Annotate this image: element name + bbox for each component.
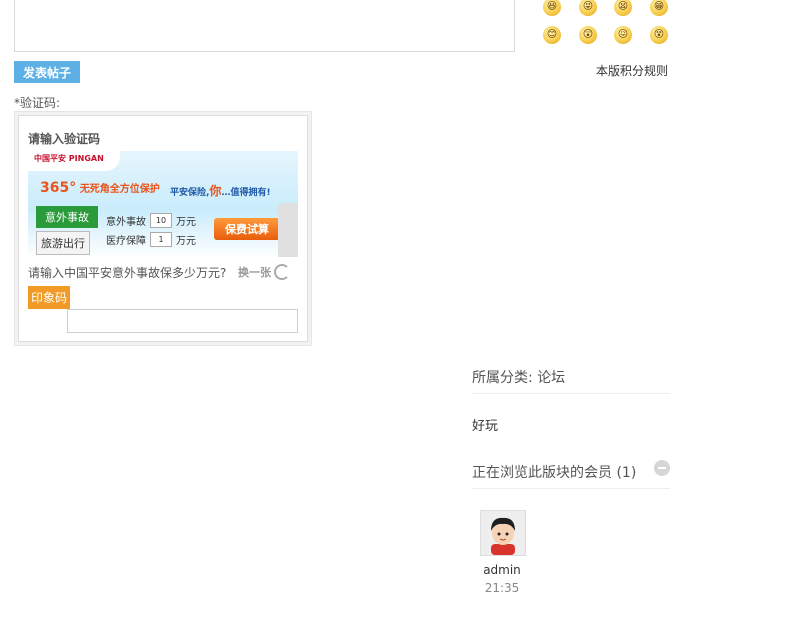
smile-icon[interactable]: 😊 [543, 26, 561, 44]
captcha-ad-image[interactable]: 中国平安 PINGAN 365° 无死角全方位保护 平安保险,你…值得拥有! 意… [28, 151, 298, 258]
ad-row1-select[interactable]: 10 [150, 213, 172, 228]
captcha-label: *验证码: [14, 96, 61, 110]
collapse-icon[interactable] [654, 460, 670, 476]
ad-row2-label: 医疗保障 [106, 236, 146, 247]
avatar-icon [481, 511, 525, 555]
ad-slogan-you: 你 [209, 184, 222, 198]
member-name[interactable]: admin [472, 563, 532, 577]
captcha-title: 请输入验证码 [28, 132, 101, 146]
pingan-logo: 中国平安 PINGAN [34, 154, 104, 163]
cry-icon[interactable]: 😖 [614, 26, 632, 44]
post-submit-button[interactable]: 发表帖子 [14, 61, 80, 83]
ad-headline-num: 365° [40, 180, 77, 196]
ad-row1-unit: 万元 [176, 217, 196, 228]
ad-slogan: 平安保险,你…值得拥有! [170, 182, 271, 199]
forum-description: 好玩 [472, 419, 499, 434]
tongue-icon[interactable]: 😝 [579, 0, 597, 16]
ad-calc-button[interactable]: 保费试算 [214, 218, 280, 240]
grin-icon[interactable]: 😫 [614, 0, 632, 16]
captcha-refresh-label: 换一张 [238, 266, 271, 279]
captcha-input[interactable] [67, 309, 298, 333]
ad-slogan-a: 平安保险, [170, 188, 210, 198]
divider [472, 393, 670, 394]
ad-row2-select[interactable]: 1 [150, 232, 172, 247]
ad-headline-text: 无死角全方位保护 [79, 184, 160, 195]
ad-row1-label: 意外事故 [106, 217, 146, 228]
refresh-icon [274, 264, 290, 280]
ad-headline: 365° 无死角全方位保护 [40, 180, 160, 196]
captcha-refresh-link[interactable]: 换一张 [238, 264, 290, 280]
ad-tab-travel[interactable]: 旅游出行 [36, 231, 90, 255]
ad-tab-accident[interactable]: 意外事故 [36, 206, 98, 228]
ad-row-accident: 意外事故 10 万元 [106, 213, 196, 228]
shock-icon[interactable]: 😲 [579, 26, 597, 44]
ad-slogan-b: …值得拥有! [221, 188, 271, 198]
avatar[interactable] [480, 510, 526, 556]
ad-row-medical: 医疗保障 1 万元 [106, 232, 196, 247]
dizzy-icon[interactable]: 😵 [650, 26, 668, 44]
captcha-question: 请输入中国平安意外事故保多少万元? [28, 266, 227, 280]
post-editor[interactable] [14, 0, 515, 52]
ad-truck-graphic [278, 203, 298, 257]
divider [472, 488, 670, 489]
laugh-icon[interactable]: 😆 [543, 0, 561, 16]
teeth-icon[interactable]: 😁 [650, 0, 668, 16]
member-time: 21:35 [484, 581, 520, 595]
category-label: 所属分类: 论坛 [472, 370, 566, 386]
rules-link[interactable]: 本版积分规则 [560, 62, 668, 79]
browsing-members-title: 正在浏览此版块的会员 (1) [472, 465, 637, 481]
ad-row2-unit: 万元 [176, 236, 196, 247]
seal-code-button[interactable]: 印象码 [28, 286, 70, 309]
